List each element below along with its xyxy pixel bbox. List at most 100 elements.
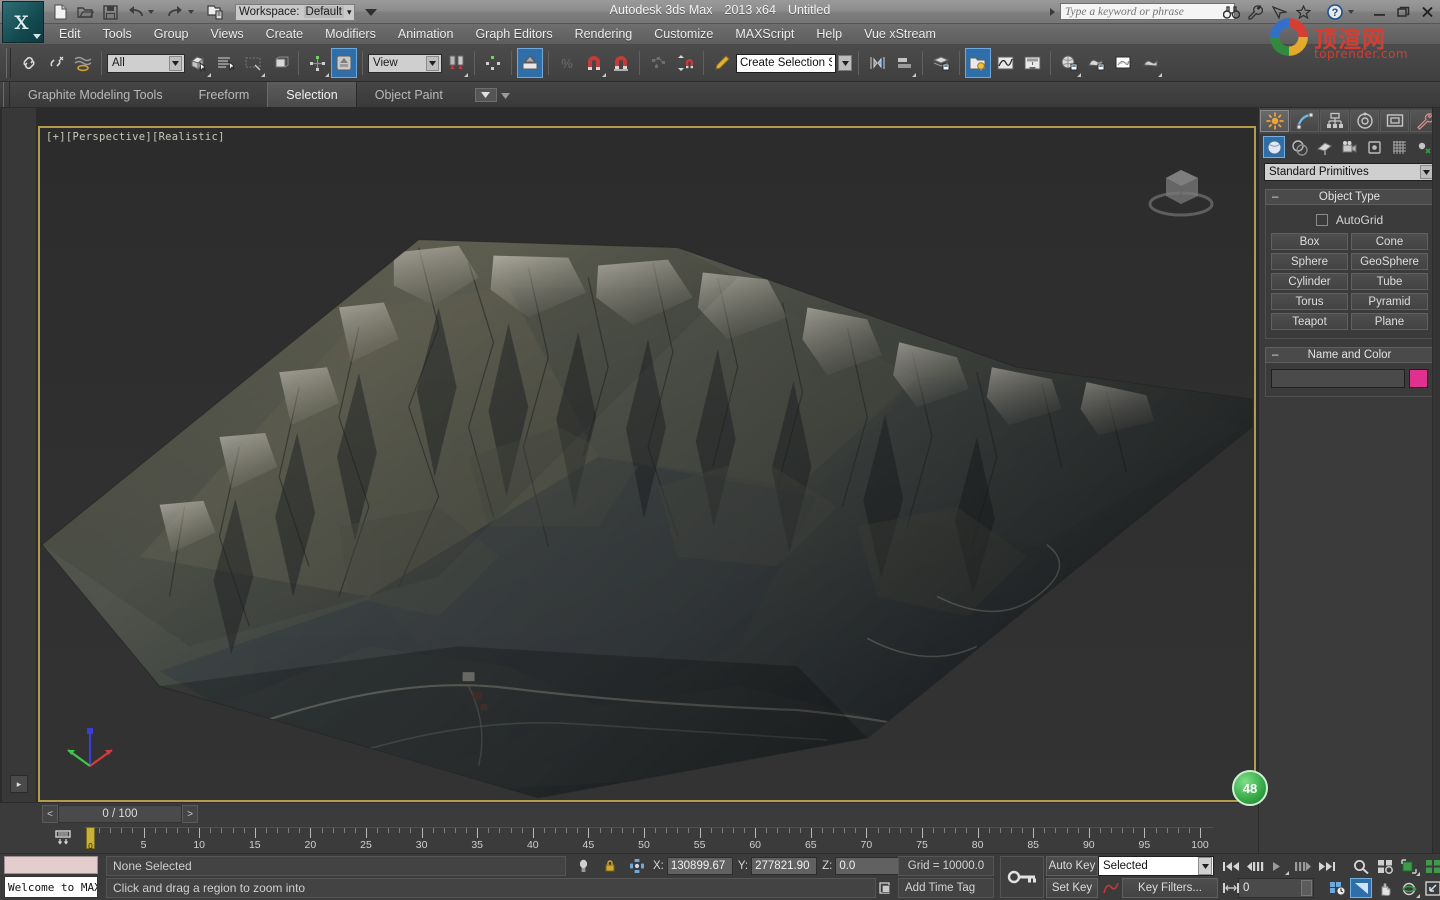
command-panel-scrollbar[interactable] [1432,108,1440,853]
edit-named-selection-sets-icon[interactable] [645,48,671,78]
hierarchy-tab[interactable] [1320,110,1349,132]
project-folder-icon[interactable] [203,1,227,23]
named-selection-edit-pencil-icon[interactable] [709,48,735,78]
create-torus-button[interactable]: Torus [1271,293,1348,310]
infocenter-expand-icon[interactable] [1050,8,1055,16]
zoom-all-icon[interactable] [1374,856,1396,876]
display-tab[interactable] [1380,110,1409,132]
scene-explorer-icon[interactable] [965,48,991,78]
reference-coordinate-chevron-icon[interactable] [426,55,439,71]
layer-manager-icon[interactable] [928,48,954,78]
bind-to-space-warp-icon[interactable] [70,48,96,78]
key-range-icon[interactable] [1220,878,1242,898]
goto-end-icon[interactable] [1316,856,1338,876]
percent-snap-magnet-icon[interactable] [608,48,634,78]
key-curve-icon[interactable] [1100,878,1122,898]
search-input-wrap[interactable] [1060,3,1235,20]
minimize-button[interactable] [1368,1,1390,23]
next-frame-icon[interactable] [1292,856,1314,876]
named-selection-set-input[interactable]: Create Selection Set [736,53,836,73]
frame-readout[interactable]: 0 / 100 [58,805,182,823]
application-menu-button[interactable]: x [2,1,44,43]
zoom-icon[interactable] [1350,856,1372,876]
primitive-category-combo[interactable]: Standard Primitives [1264,163,1435,181]
select-and-link-icon[interactable] [16,48,42,78]
rollout-name-and-color-header[interactable]: – Name and Color [1265,347,1434,363]
open-file-icon[interactable] [73,1,97,23]
autogrid-row[interactable]: AutoGrid [1271,213,1428,227]
help-icon[interactable]: ? [1324,1,1346,23]
schematic-view-icon[interactable] [1019,48,1045,78]
render-production-icon[interactable] [1137,48,1163,78]
coord-x[interactable]: X: 130899.67 [653,857,733,875]
create-cone-button[interactable]: Cone [1351,233,1428,250]
create-tab[interactable] [1260,110,1289,132]
search-binoculars-icon[interactable] [1220,1,1242,23]
maximize-viewport-icon[interactable] [1422,878,1440,898]
coord-z[interactable]: Z: 0.0 [822,857,902,875]
maxscript-mini-listener[interactable] [4,856,98,874]
menu-item-maxscript[interactable]: MAXScript [724,24,805,45]
maxscript-listener-line[interactable]: Welcome to MAXS [4,876,98,898]
view-cube[interactable] [1138,156,1224,226]
communication-center-wrench-icon[interactable] [1244,1,1266,23]
menu-item-help[interactable]: Help [805,24,853,45]
selection-filter-chevron-icon[interactable] [169,55,182,71]
zoom-extents-all-icon[interactable] [1422,856,1440,876]
redo-icon[interactable] [163,1,187,23]
render-progress-badge[interactable]: 48 [1232,770,1268,806]
previous-frame-icon[interactable] [1244,856,1266,876]
curve-editor-icon[interactable] [992,48,1018,78]
ribbon-tab-graphite-modeling-tools[interactable]: Graphite Modeling Tools [10,82,181,107]
key-filter-mode-chevron-icon[interactable] [1198,857,1212,875]
search-input[interactable] [1065,5,1230,18]
coord-z-value[interactable]: 0.0 [835,857,902,875]
toolbar-grip[interactable] [6,48,11,78]
spinner-snap-magnet-icon[interactable] [672,48,698,78]
ribbon-minimize-icon[interactable] [474,87,497,102]
menu-item-views[interactable]: Views [199,24,254,45]
coord-x-value[interactable]: 130899.67 [666,857,733,875]
space-warps-icon[interactable] [1388,136,1410,158]
undo-icon[interactable] [123,1,147,23]
menu-item-vue-xstream[interactable]: Vue xStream [853,24,947,45]
key-filters-button[interactable]: Key Filters... [1122,878,1218,898]
rendered-frame-window-icon[interactable] [1110,48,1136,78]
cameras-icon[interactable] [1338,136,1360,158]
save-file-icon[interactable] [98,1,122,23]
menu-item-create[interactable]: Create [255,24,315,45]
help-dropdown-icon[interactable] [1348,10,1354,14]
play-animation-icon[interactable] [1268,856,1290,876]
field-of-view-icon[interactable] [1350,878,1372,898]
create-box-button[interactable]: Box [1271,233,1348,250]
favorites-star-icon[interactable] [1292,1,1314,23]
undo-dropdown-icon[interactable] [148,10,154,14]
angle-snap-magnet-icon[interactable] [581,48,607,78]
create-geosphere-button[interactable]: GeoSphere [1351,253,1428,270]
ribbon-tab-selection[interactable]: Selection [267,82,357,107]
restore-button[interactable] [1392,1,1414,23]
menu-item-edit[interactable]: Edit [48,24,92,45]
shapes-icon[interactable] [1288,136,1310,158]
close-button[interactable] [1416,1,1438,23]
autogrid-checkbox[interactable] [1315,214,1328,226]
snap-percent-icon[interactable]: % [554,48,580,78]
named-selection-set-chevron-icon[interactable] [837,48,853,78]
select-by-name-icon[interactable] [213,48,239,78]
menu-item-modifiers[interactable]: Modifiers [314,24,387,45]
viewport-expand-arrow-icon[interactable]: ▸ [10,775,28,793]
set-key-button[interactable]: Set Key [1046,878,1098,898]
zoom-extents-icon[interactable] [1398,856,1420,876]
window-crossing-icon[interactable] [267,48,293,78]
ribbon-minimize-chevron-icon[interactable] [500,88,510,102]
coord-y[interactable]: Y: 277821.90 [738,857,818,875]
object-name-input[interactable] [1271,369,1405,388]
timeline-ruler[interactable]: 5 10 15 20 25 30 35 40 45 50 55 60 65 70 75 80 85 90 95 100 [84,827,1214,851]
object-color-swatch[interactable] [1409,369,1428,388]
time-configuration-icon[interactable] [1326,878,1348,898]
geometry-icon[interactable] [1263,136,1285,158]
align-icon[interactable] [891,48,917,78]
workspace-chevron-icon[interactable]: ▾ [347,7,352,18]
material-editor-icon[interactable] [1056,48,1082,78]
auto-key-button[interactable]: Auto Key [1046,856,1098,876]
